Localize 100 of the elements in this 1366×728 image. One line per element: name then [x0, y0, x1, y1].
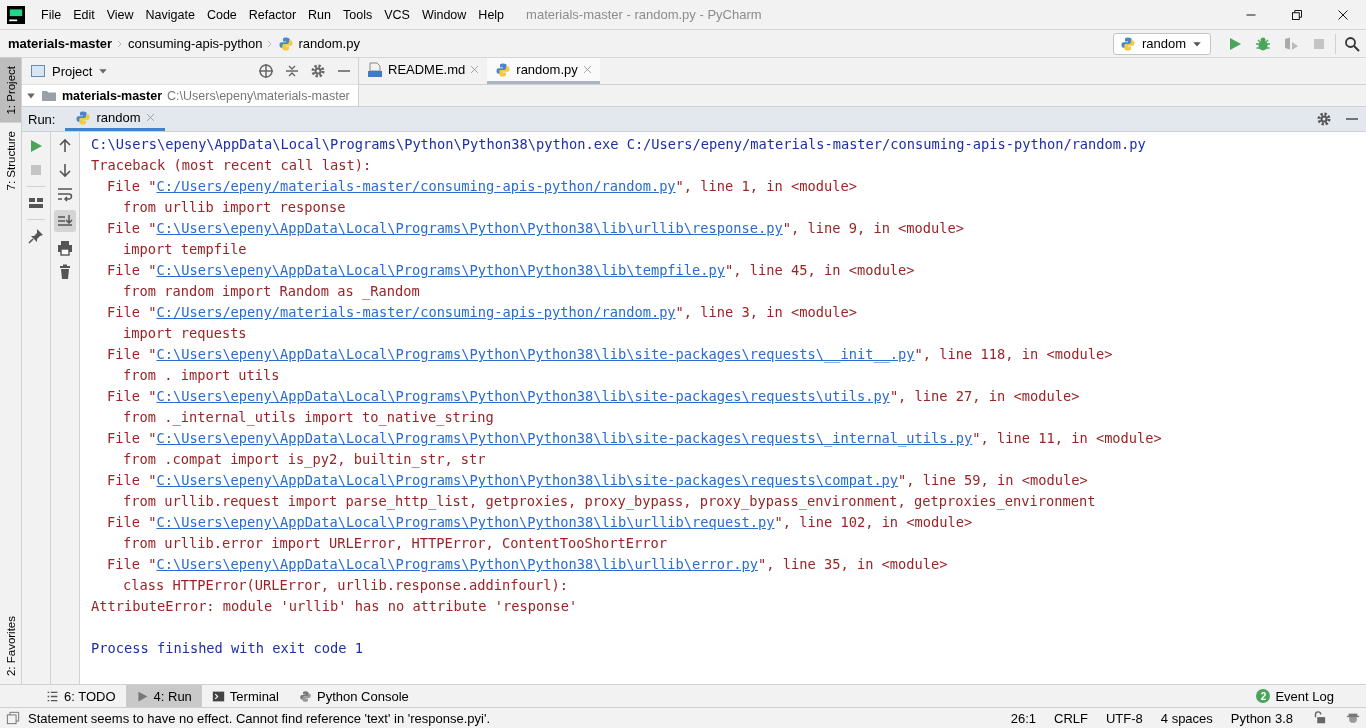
code-line: import tempfile: [122, 240, 248, 259]
error-line: Traceback (most recent call last):: [91, 156, 373, 175]
console-line: Process finished with exit code 1: [91, 639, 364, 658]
file-link[interactable]: C:/Users/epeny/materials-master/consuming-apis-python/random.py: [156, 178, 676, 194]
down-arrow-icon[interactable]: [57, 162, 73, 178]
editor-tab[interactable]: README.md: [359, 58, 488, 84]
status-item[interactable]: CRLF: [1049, 710, 1093, 726]
pin-icon[interactable]: [28, 228, 44, 244]
file-link[interactable]: C:\Users\epeny\AppData\Local\Programs\Python\Python38\lib\tempfile.py: [156, 262, 726, 278]
menu-item[interactable]: Navigate: [139, 7, 201, 22]
status-message: Statement seems to have no effect. Cannot find reference 'text' in 'response.pyi'.: [28, 710, 491, 726]
event-log-button[interactable]: 2 Event Log: [1256, 688, 1366, 704]
file-link[interactable]: C:\Users\epeny\AppData\Local\Programs\Python\Python38\lib\site-packages\requests\__init__.py: [156, 346, 915, 362]
panel-icon: [30, 63, 46, 79]
markdown-file-icon: [367, 61, 383, 78]
file-link[interactable]: C:/Users/epeny/materials-master/consuming-apis-python/random.py: [156, 304, 676, 320]
code-line: from .compat import is_py2, builtin_str, str: [122, 450, 487, 470]
breadcrumb[interactable]: random.py: [278, 35, 360, 52]
code-line: from urllib.error import URLError, HTTPError, ContentTooShortError: [122, 534, 668, 553]
code-line: from ._internal_utils import to_native_string: [122, 408, 495, 428]
file-link[interactable]: C:\Users\epeny\AppData\Local\Programs\Python\Python38\lib\site-packages\requests\compat.py: [156, 472, 899, 488]
layout-icon[interactable]: [28, 195, 44, 211]
status-item[interactable]: UTF-8: [1100, 710, 1148, 726]
file-link[interactable]: C:\Users\epeny\AppData\Local\Programs\Python\Python38\lib\urllib\request.py: [156, 514, 775, 530]
tool-window-tab[interactable]: 6: TODO: [36, 685, 126, 707]
print-icon[interactable]: [57, 240, 73, 256]
code-line: from . import utils: [122, 366, 281, 385]
file-link[interactable]: C:\Users\epeny\AppData\Local\Programs\Python\Python38\lib\site-packages\requests\_internal_utils.py: [156, 430, 973, 446]
status-item[interactable]: 4 spaces: [1155, 710, 1218, 726]
code-line: import requests: [122, 324, 248, 343]
tree-item-label[interactable]: materials-master: [62, 88, 163, 103]
trash-icon[interactable]: [57, 264, 73, 280]
close-icon: [1337, 8, 1349, 21]
dropdown-caret-icon[interactable]: [98, 66, 109, 76]
restore-icon: [1291, 8, 1303, 21]
menu-item[interactable]: VCS: [378, 7, 416, 22]
traceback-line: File "C:\Users\epeny\AppData\Local\Programs\Python\Python38\lib\site-packages\requests\compat.py", line 59, in <module>: [106, 471, 1089, 490]
menu-item[interactable]: View: [100, 7, 140, 22]
code-line: from urllib import response: [122, 198, 347, 217]
file-link[interactable]: C:\Users\epeny\AppData\Local\Programs\Python\Python38\lib\urllib\error.py: [156, 556, 758, 572]
status-item[interactable]: Python 3.8: [1225, 710, 1298, 726]
tool-window-tab[interactable]: Terminal: [201, 685, 289, 707]
traceback-line: File "C:\Users\epeny\AppData\Local\Programs\Python\Python38\lib\urllib\response.py", line 9, in <module>: [106, 219, 966, 238]
up-arrow-icon[interactable]: [57, 138, 73, 154]
settings-icon[interactable]: [1316, 111, 1332, 127]
traceback-line: File "C:\Users\epeny\AppData\Local\Programs\Python\Python38\lib\site-packages\requests\utils.py", line 27, in <module>: [106, 387, 1081, 406]
traceback-line: File "C:\Users\epeny\AppData\Local\Programs\Python\Python38\lib\tempfile.py", line 45, in <module>: [106, 261, 916, 280]
bug-icon[interactable]: [1255, 35, 1271, 52]
breadcrumb[interactable]: consuming-apis-python: [128, 36, 263, 51]
panel-label: Run:: [27, 111, 57, 127]
scroll-to-end-icon[interactable]: [54, 210, 76, 232]
menu-item[interactable]: Window: [415, 7, 473, 22]
settings-icon[interactable]: [310, 63, 326, 79]
traceback-line: File "C:\Users\epeny\AppData\Local\Programs\Python\Python38\lib\urllib\request.py", line 102, in <module>: [106, 513, 974, 532]
app-logo-icon: [7, 5, 25, 24]
menu-item[interactable]: File: [35, 7, 68, 22]
file-link[interactable]: C:\Users\epeny\AppData\Local\Programs\Python\Python38\lib\site-packages\requests\utils.py: [156, 388, 890, 404]
traceback-line: File "C:\Users\epeny\AppData\Local\Programs\Python\Python38\lib\site-packages\requests\_internal_utils.py", line 11, in <module>: [106, 429, 1163, 449]
rerun-icon[interactable]: [28, 138, 44, 154]
code-line: from urllib.request import parse_http_list, getproxies, proxy_bypass, proxy_bypass_environment, getproxies_environment: [122, 492, 1097, 512]
status-item[interactable]: 26:1: [1005, 710, 1041, 726]
python-icon: [1119, 35, 1136, 52]
lock-icon[interactable]: [1312, 711, 1326, 725]
run-configuration-dropdown[interactable]: random: [1112, 32, 1211, 55]
breadcrumb[interactable]: materials-master: [8, 36, 113, 51]
menu-item[interactable]: Tools: [337, 7, 379, 22]
list-icon: [46, 689, 59, 703]
menu-item[interactable]: Code: [200, 7, 243, 22]
traceback-line: File "C:\Users\epeny\AppData\Local\Programs\Python\Python38\lib\urllib\error.py", line 35, in <module>: [106, 555, 949, 574]
editor-tab[interactable]: random.py: [487, 58, 600, 84]
menu-item[interactable]: Help: [472, 7, 511, 22]
tool-window-tab[interactable]: 2: Favorites: [0, 607, 21, 684]
project-view-dropdown[interactable]: Project: [52, 63, 93, 79]
code-line: from random import Random as _Random: [122, 282, 421, 302]
menu-item[interactable]: Refactor: [242, 7, 303, 22]
error-line: AttributeError: module 'urllib' has no attribute 'response': [91, 597, 579, 616]
panel-toggle-icon[interactable]: [6, 711, 20, 725]
count-badge: 2: [1256, 689, 1271, 703]
tool-window-tab[interactable]: 4: Run: [125, 685, 202, 707]
soft-wrap-icon[interactable]: [57, 186, 73, 202]
menu-item[interactable]: Run: [302, 7, 337, 22]
locate-icon[interactable]: [258, 63, 274, 79]
collapse-icon[interactable]: [284, 63, 300, 79]
menu-item[interactable]: Edit: [67, 7, 101, 22]
tool-window-tab[interactable]: Python Console: [289, 685, 419, 707]
terminal-icon: [211, 689, 225, 703]
tree-item-path: C:\Users\epeny\materials-master: [167, 88, 350, 103]
python-icon: [299, 689, 312, 703]
traceback-line: File "C:\Users\epeny\AppData\Local\Programs\Python\Python38\lib\site-packages\requests\__init__.py", line 118, in <module>: [106, 345, 1114, 365]
traceback-line: File "C:/Users/epeny/materials-master/consuming-apis-python/random.py", line 1, in <module>: [106, 177, 858, 196]
tool-window-tab[interactable]: 7: Structure: [0, 122, 21, 199]
run-icon[interactable]: [1227, 35, 1243, 52]
tool-window-tab[interactable]: 1: Project: [0, 58, 21, 123]
code-line: class HTTPError(URLError, urllib.response.addinfourl):: [122, 576, 569, 595]
python-file-icon: [278, 35, 295, 52]
python-file-icon: [495, 61, 512, 78]
search-icon[interactable]: [1344, 35, 1360, 52]
file-link[interactable]: C:\Users\epeny\AppData\Local\Programs\Python\Python38\lib\urllib\response.py: [156, 220, 783, 236]
window-title: materials-master - random.py - PyCharm: [526, 7, 763, 22]
run-icon: [135, 689, 149, 703]
